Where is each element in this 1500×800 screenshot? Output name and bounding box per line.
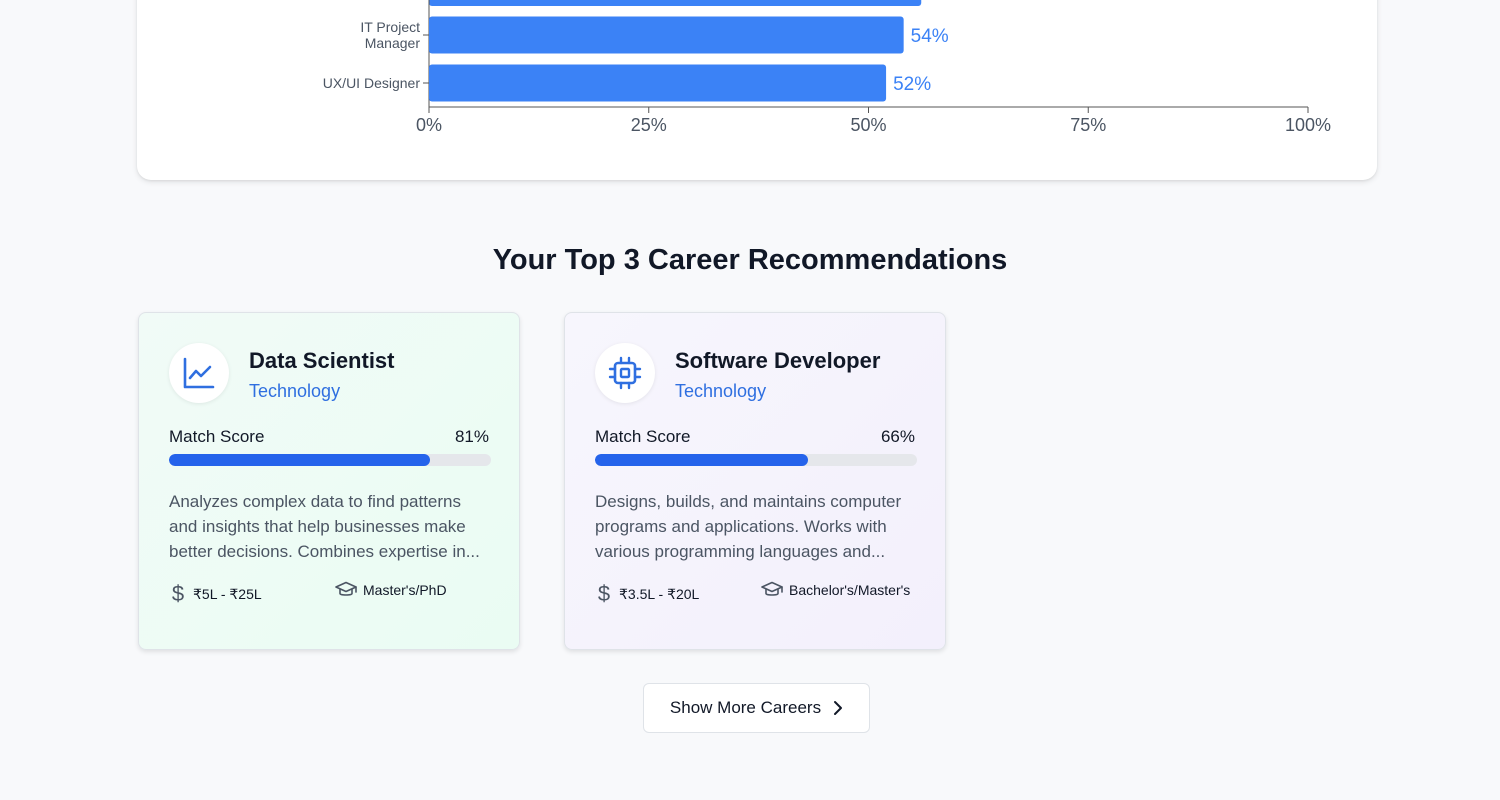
match-score-fill [169, 454, 430, 466]
graduation-cap-icon [335, 581, 357, 596]
bar [429, 64, 887, 102]
bar [429, 16, 904, 54]
career-category: Technology [249, 381, 341, 401]
chevron-right-icon [834, 701, 843, 715]
career-card-software-developer[interactable]: Software Developer Technology Match Scor… [564, 312, 946, 650]
x-tick-label: 0% [416, 115, 442, 135]
career-icon-wrap [595, 343, 655, 403]
bar-value-label: 54% [911, 26, 949, 47]
cpu-chip-icon [608, 356, 642, 390]
career-match-bar-chart: 54% IT ProjectManager 52% UX/UI Designer 0% 2… [323, 0, 1331, 135]
section-title: Your Top 3 Career Recommendations [492, 244, 1008, 276]
career-card-data-scientist[interactable]: Data Scientist Technology Match Score 81… [138, 312, 520, 650]
salary-text: ₹5L - ₹25L [193, 585, 262, 602]
education-text: Bachelor's/Master's [789, 582, 911, 598]
education-level: Bachelor's/Master's [761, 581, 910, 599]
career-title: Data Scientist [249, 348, 395, 373]
category-label: Manager [365, 35, 421, 51]
graduation-cap-icon [761, 581, 783, 596]
salary-range: $ ₹3.5L - ₹20L [595, 581, 699, 607]
x-tick-label: 100% [1285, 115, 1331, 135]
bar-value-label: 52% [893, 74, 931, 95]
bar-partial-top [429, 0, 922, 6]
x-tick-label: 50% [850, 115, 886, 135]
show-more-careers-button[interactable]: Show More Careers [643, 683, 870, 733]
x-tick-label: 75% [1070, 115, 1106, 135]
category-label: IT Project [360, 19, 420, 35]
career-match-chart-card: 54% IT Project Manager 52% UX/UI Designer 0% 2… [137, 0, 1377, 180]
category-label: UX/UI Designer [323, 75, 421, 91]
career-title: Software Developer [675, 348, 881, 373]
dollar-icon: $ [171, 581, 185, 606]
show-more-label: Show More Careers [669, 698, 822, 717]
match-score-bar [595, 454, 917, 466]
career-description: Designs, builds, and maintains computer … [595, 492, 902, 561]
career-category: Technology [675, 381, 767, 401]
salary-text: ₹3.5L - ₹20L [619, 585, 700, 602]
dollar-icon: $ [597, 581, 611, 606]
line-chart-icon [183, 357, 215, 389]
career-icon-wrap [169, 343, 229, 403]
match-score-bar [169, 454, 491, 466]
salary-range: $ ₹5L - ₹25L [169, 581, 262, 607]
match-score-value: 81% [454, 427, 489, 446]
match-score-label: Match Score [595, 427, 691, 446]
x-tick-label: 25% [631, 115, 667, 135]
education-text: Master's/PhD [363, 582, 447, 598]
education-level: Master's/PhD [335, 581, 447, 599]
career-description: Analyzes complex data to find patterns a… [169, 492, 480, 561]
match-score-label: Match Score [169, 427, 265, 446]
match-score-fill [595, 454, 808, 466]
match-score-value: 66% [880, 427, 915, 446]
